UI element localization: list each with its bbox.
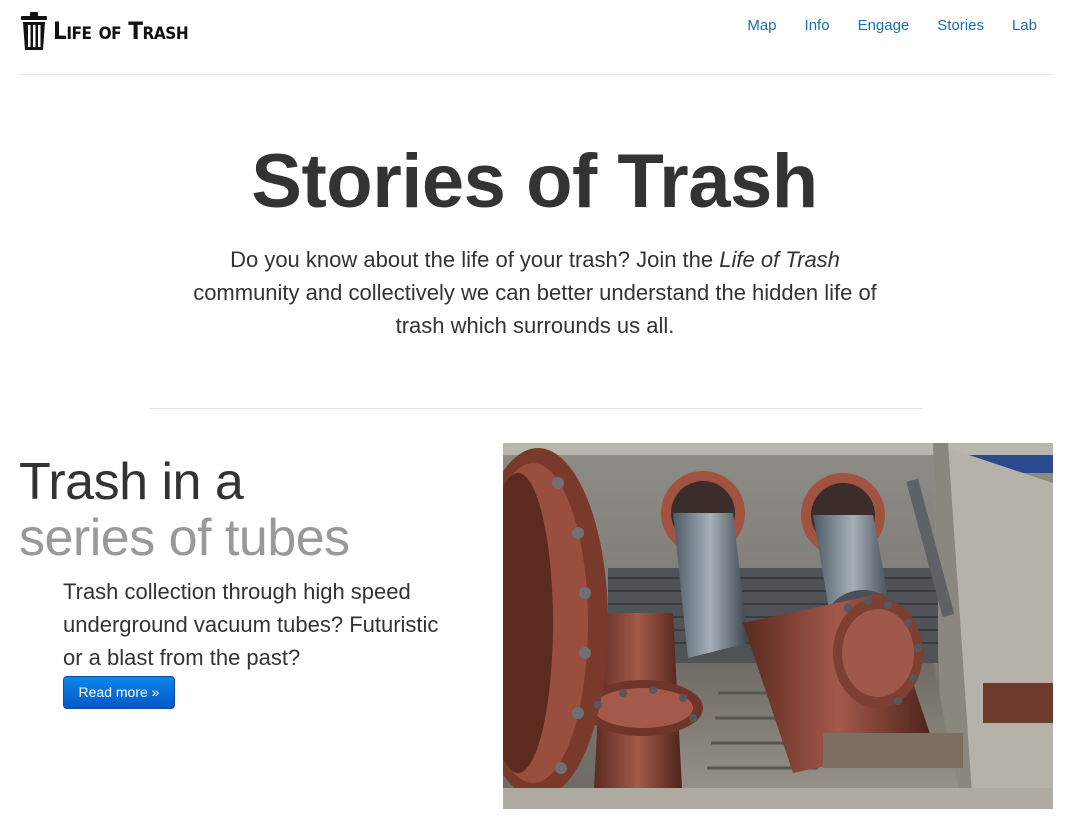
page-title: Stories of Trash (251, 139, 818, 224)
brand-logo[interactable]: Life of Trash (19, 8, 203, 54)
nav-engage[interactable]: Engage (858, 17, 910, 34)
feature-heading: Trash in a series of tubes (19, 454, 350, 566)
navbar: Life of Trash Map Info Engage Stories La… (19, 0, 1053, 75)
hero-lead: Do you know about the life of your trash… (190, 243, 880, 342)
feature-description: Trash collection through high speed unde… (63, 579, 439, 670)
trash-can-icon (21, 12, 47, 50)
brand-name: Life of Trash (53, 17, 189, 45)
read-more-button[interactable]: Read more » (63, 676, 175, 709)
vacuum-tubes-photo (503, 443, 1053, 809)
feature-heading-line2: series of tubes (19, 509, 350, 567)
nav-stories[interactable]: Stories (937, 17, 984, 34)
main-nav: Map Info Engage Stories Lab (719, 17, 1037, 34)
nav-info[interactable]: Info (805, 17, 830, 34)
hero-lead-emphasis: Life of Trash (719, 247, 840, 272)
feature-heading-line1: Trash in a (19, 453, 244, 511)
feature-image (503, 443, 1053, 809)
hero-lead-end: community and collectively we can better… (193, 280, 877, 338)
nav-lab[interactable]: Lab (1012, 17, 1037, 34)
section-divider (150, 408, 922, 409)
nav-map[interactable]: Map (747, 17, 776, 34)
hero-lead-start: Do you know about the life of your trash… (230, 247, 720, 272)
